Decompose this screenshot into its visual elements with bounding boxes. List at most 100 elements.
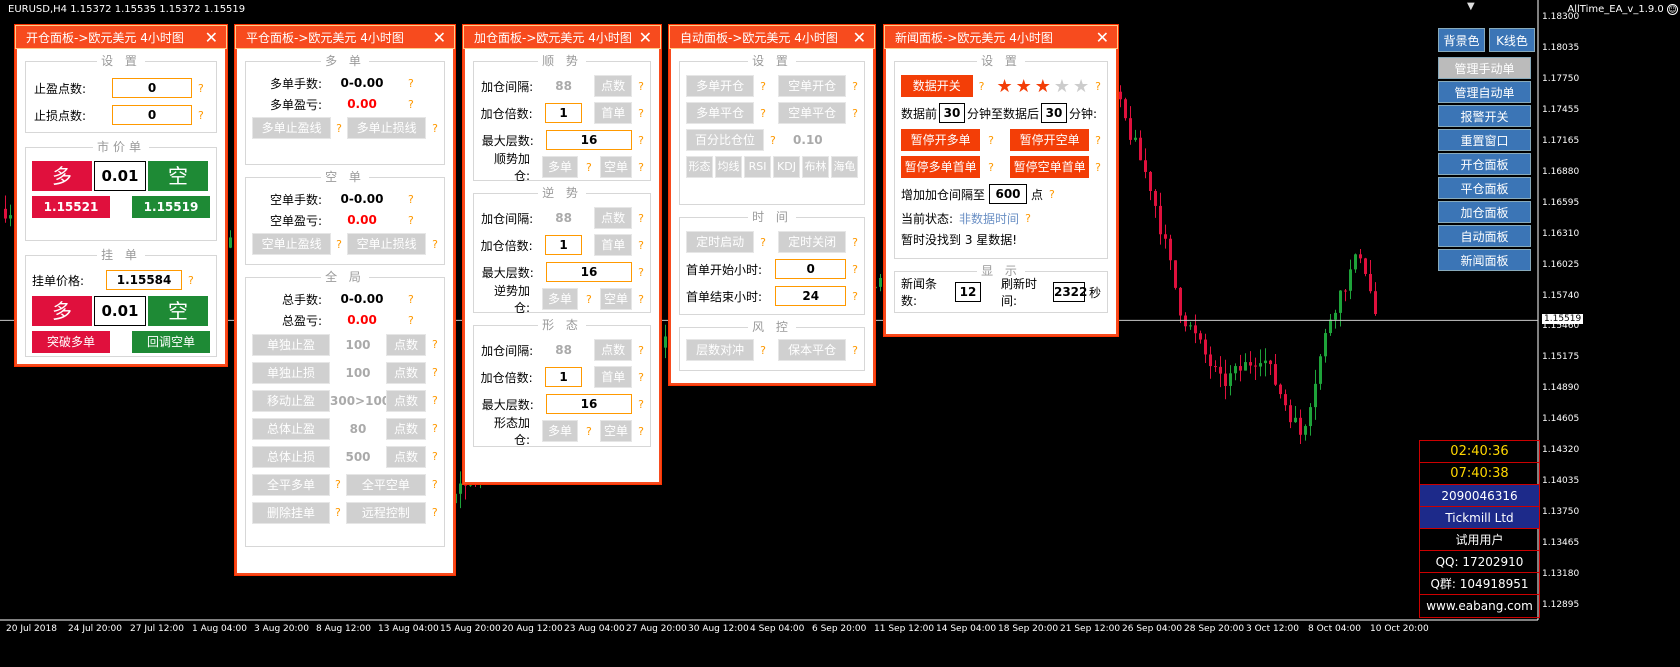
help-icon[interactable]: ? (586, 293, 592, 306)
help-icon[interactable]: ? (408, 77, 414, 90)
close-icon[interactable]: ✕ (853, 26, 866, 50)
candle-color-button[interactable]: K线色 (1489, 28, 1535, 52)
help-icon[interactable]: ? (432, 122, 438, 135)
post-minutes-input[interactable]: 30 (1041, 103, 1068, 123)
buy-button[interactable]: 多 (32, 161, 92, 191)
help-icon[interactable]: ? (432, 422, 438, 435)
help-icon[interactable]: ? (1095, 161, 1101, 174)
help-icon[interactable]: ? (408, 293, 414, 306)
pending-price-input[interactable]: 1.15584 (106, 270, 183, 290)
manage-manual-button[interactable]: 管理手动单 (1438, 57, 1531, 79)
long-sl-line-button[interactable]: 多单止损线 (347, 117, 427, 139)
help-icon[interactable]: ? (979, 80, 985, 93)
pending-lots-input[interactable]: 0.01 (94, 296, 146, 326)
max-input[interactable]: 16 (545, 262, 633, 282)
total-sl-unit[interactable]: 点数 (386, 445, 426, 468)
help-icon[interactable]: ? (638, 293, 644, 306)
single-tp-button[interactable]: 单独止盈 (252, 333, 330, 356)
help-icon[interactable]: ? (432, 450, 438, 463)
lots-input[interactable]: 0.01 (94, 161, 146, 191)
help-icon[interactable]: ? (638, 239, 644, 252)
short-sl-line-button[interactable]: 空单止损线 (347, 233, 427, 255)
help-icon[interactable]: ? (1095, 80, 1101, 93)
short-tp-line-button[interactable]: 空单止盈线 (252, 233, 332, 255)
indicator-bollinger-button[interactable]: 布林 (802, 156, 829, 178)
tp-input[interactable]: 0 (112, 78, 192, 98)
help-icon[interactable]: ? (1095, 134, 1101, 147)
trailing-tp-button[interactable]: 移动止盈 (252, 389, 330, 412)
help-icon[interactable]: ? (198, 109, 204, 122)
manage-auto-button[interactable]: 管理自动单 (1438, 81, 1531, 103)
help-icon[interactable]: ? (852, 107, 858, 120)
close-icon[interactable]: ✕ (639, 26, 652, 50)
interval-value[interactable]: 88 (533, 211, 594, 225)
pause-short-first-button[interactable]: 暂停空单首单 (1010, 156, 1090, 178)
total-tp-unit[interactable]: 点数 (386, 417, 426, 440)
short-button[interactable]: 空单 (599, 156, 633, 178)
star-icon[interactable]: ★ (996, 76, 1012, 97)
help-icon[interactable]: ? (852, 80, 858, 93)
timer-stop-button[interactable]: 定时关闭 (778, 231, 847, 253)
help-icon[interactable]: ? (432, 478, 438, 491)
help-icon[interactable]: ? (432, 394, 438, 407)
help-icon[interactable]: ? (408, 314, 414, 327)
help-icon[interactable]: ? (432, 238, 438, 251)
help-icon[interactable]: ? (638, 80, 644, 93)
help-icon[interactable]: ? (852, 236, 858, 249)
percent-position-button[interactable]: 百分比仓位 (686, 129, 764, 151)
star-icon[interactable]: ★ (1054, 76, 1070, 97)
help-icon[interactable]: ? (432, 366, 438, 379)
indicator-rsi-button[interactable]: RSI (744, 156, 771, 178)
first-order-button[interactable]: 首单 (594, 366, 633, 388)
help-icon[interactable]: ? (638, 425, 644, 438)
help-icon[interactable]: ? (408, 98, 414, 111)
star-icon[interactable]: ★ (1035, 76, 1051, 97)
max-input[interactable]: 16 (545, 130, 633, 150)
help-icon[interactable]: ? (586, 425, 592, 438)
single-tp-value[interactable]: 100 (330, 338, 386, 352)
help-icon[interactable]: ? (198, 82, 204, 95)
single-sl-value[interactable]: 100 (330, 366, 386, 380)
total-sl-value[interactable]: 500 (330, 450, 386, 464)
pause-short-button[interactable]: 暂停开空单 (1010, 129, 1090, 151)
sl-input[interactable]: 0 (112, 105, 192, 125)
points-button[interactable]: 点数 (594, 75, 633, 97)
delete-pending-button[interactable]: 删除挂单 (252, 501, 330, 524)
help-icon[interactable]: ? (335, 506, 341, 519)
help-icon[interactable]: ? (1025, 212, 1031, 225)
bid-price[interactable]: 1.15521 (32, 196, 110, 218)
help-icon[interactable]: ? (188, 274, 194, 287)
points-button[interactable]: 点数 (594, 339, 633, 361)
help-icon[interactable]: ? (638, 161, 644, 174)
indicator-pattern-button[interactable]: 形态 (686, 156, 713, 178)
mult-input[interactable]: 1 (544, 235, 583, 255)
help-icon[interactable]: ? (408, 193, 414, 206)
help-icon[interactable]: ? (432, 338, 438, 351)
news-count-input[interactable]: 12 (955, 282, 981, 302)
end-hour-input[interactable]: 24 (775, 286, 847, 306)
indicator-ma-button[interactable]: 均线 (715, 156, 742, 178)
pre-minutes-input[interactable]: 30 (939, 103, 966, 123)
close-panel-button[interactable]: 平仓面板 (1438, 177, 1531, 199)
points-button[interactable]: 点数 (594, 207, 633, 229)
help-icon[interactable]: ? (852, 290, 858, 303)
help-icon[interactable]: ? (988, 161, 994, 174)
long-button[interactable]: 多单 (542, 156, 578, 178)
long-tp-line-button[interactable]: 多单止盈线 (252, 117, 332, 139)
help-icon[interactable]: ? (638, 134, 644, 147)
interval-value[interactable]: 88 (533, 343, 594, 357)
help-icon[interactable]: ? (335, 478, 341, 491)
single-sl-unit[interactable]: 点数 (386, 361, 426, 384)
help-icon[interactable]: ? (638, 107, 644, 120)
help-icon[interactable]: ? (770, 134, 776, 147)
indicator-turtle-button[interactable]: 海龟 (831, 156, 858, 178)
data-switch-button[interactable]: 数据开关 (901, 75, 973, 97)
help-icon[interactable]: ? (586, 161, 592, 174)
increase-input[interactable]: 600 (989, 184, 1028, 204)
help-icon[interactable]: ? (336, 122, 342, 135)
help-icon[interactable]: ? (408, 214, 414, 227)
help-icon[interactable]: ? (760, 107, 766, 120)
help-icon[interactable]: ? (638, 212, 644, 225)
remote-control-button[interactable]: 远程控制 (345, 501, 426, 524)
help-icon[interactable]: ? (638, 344, 644, 357)
